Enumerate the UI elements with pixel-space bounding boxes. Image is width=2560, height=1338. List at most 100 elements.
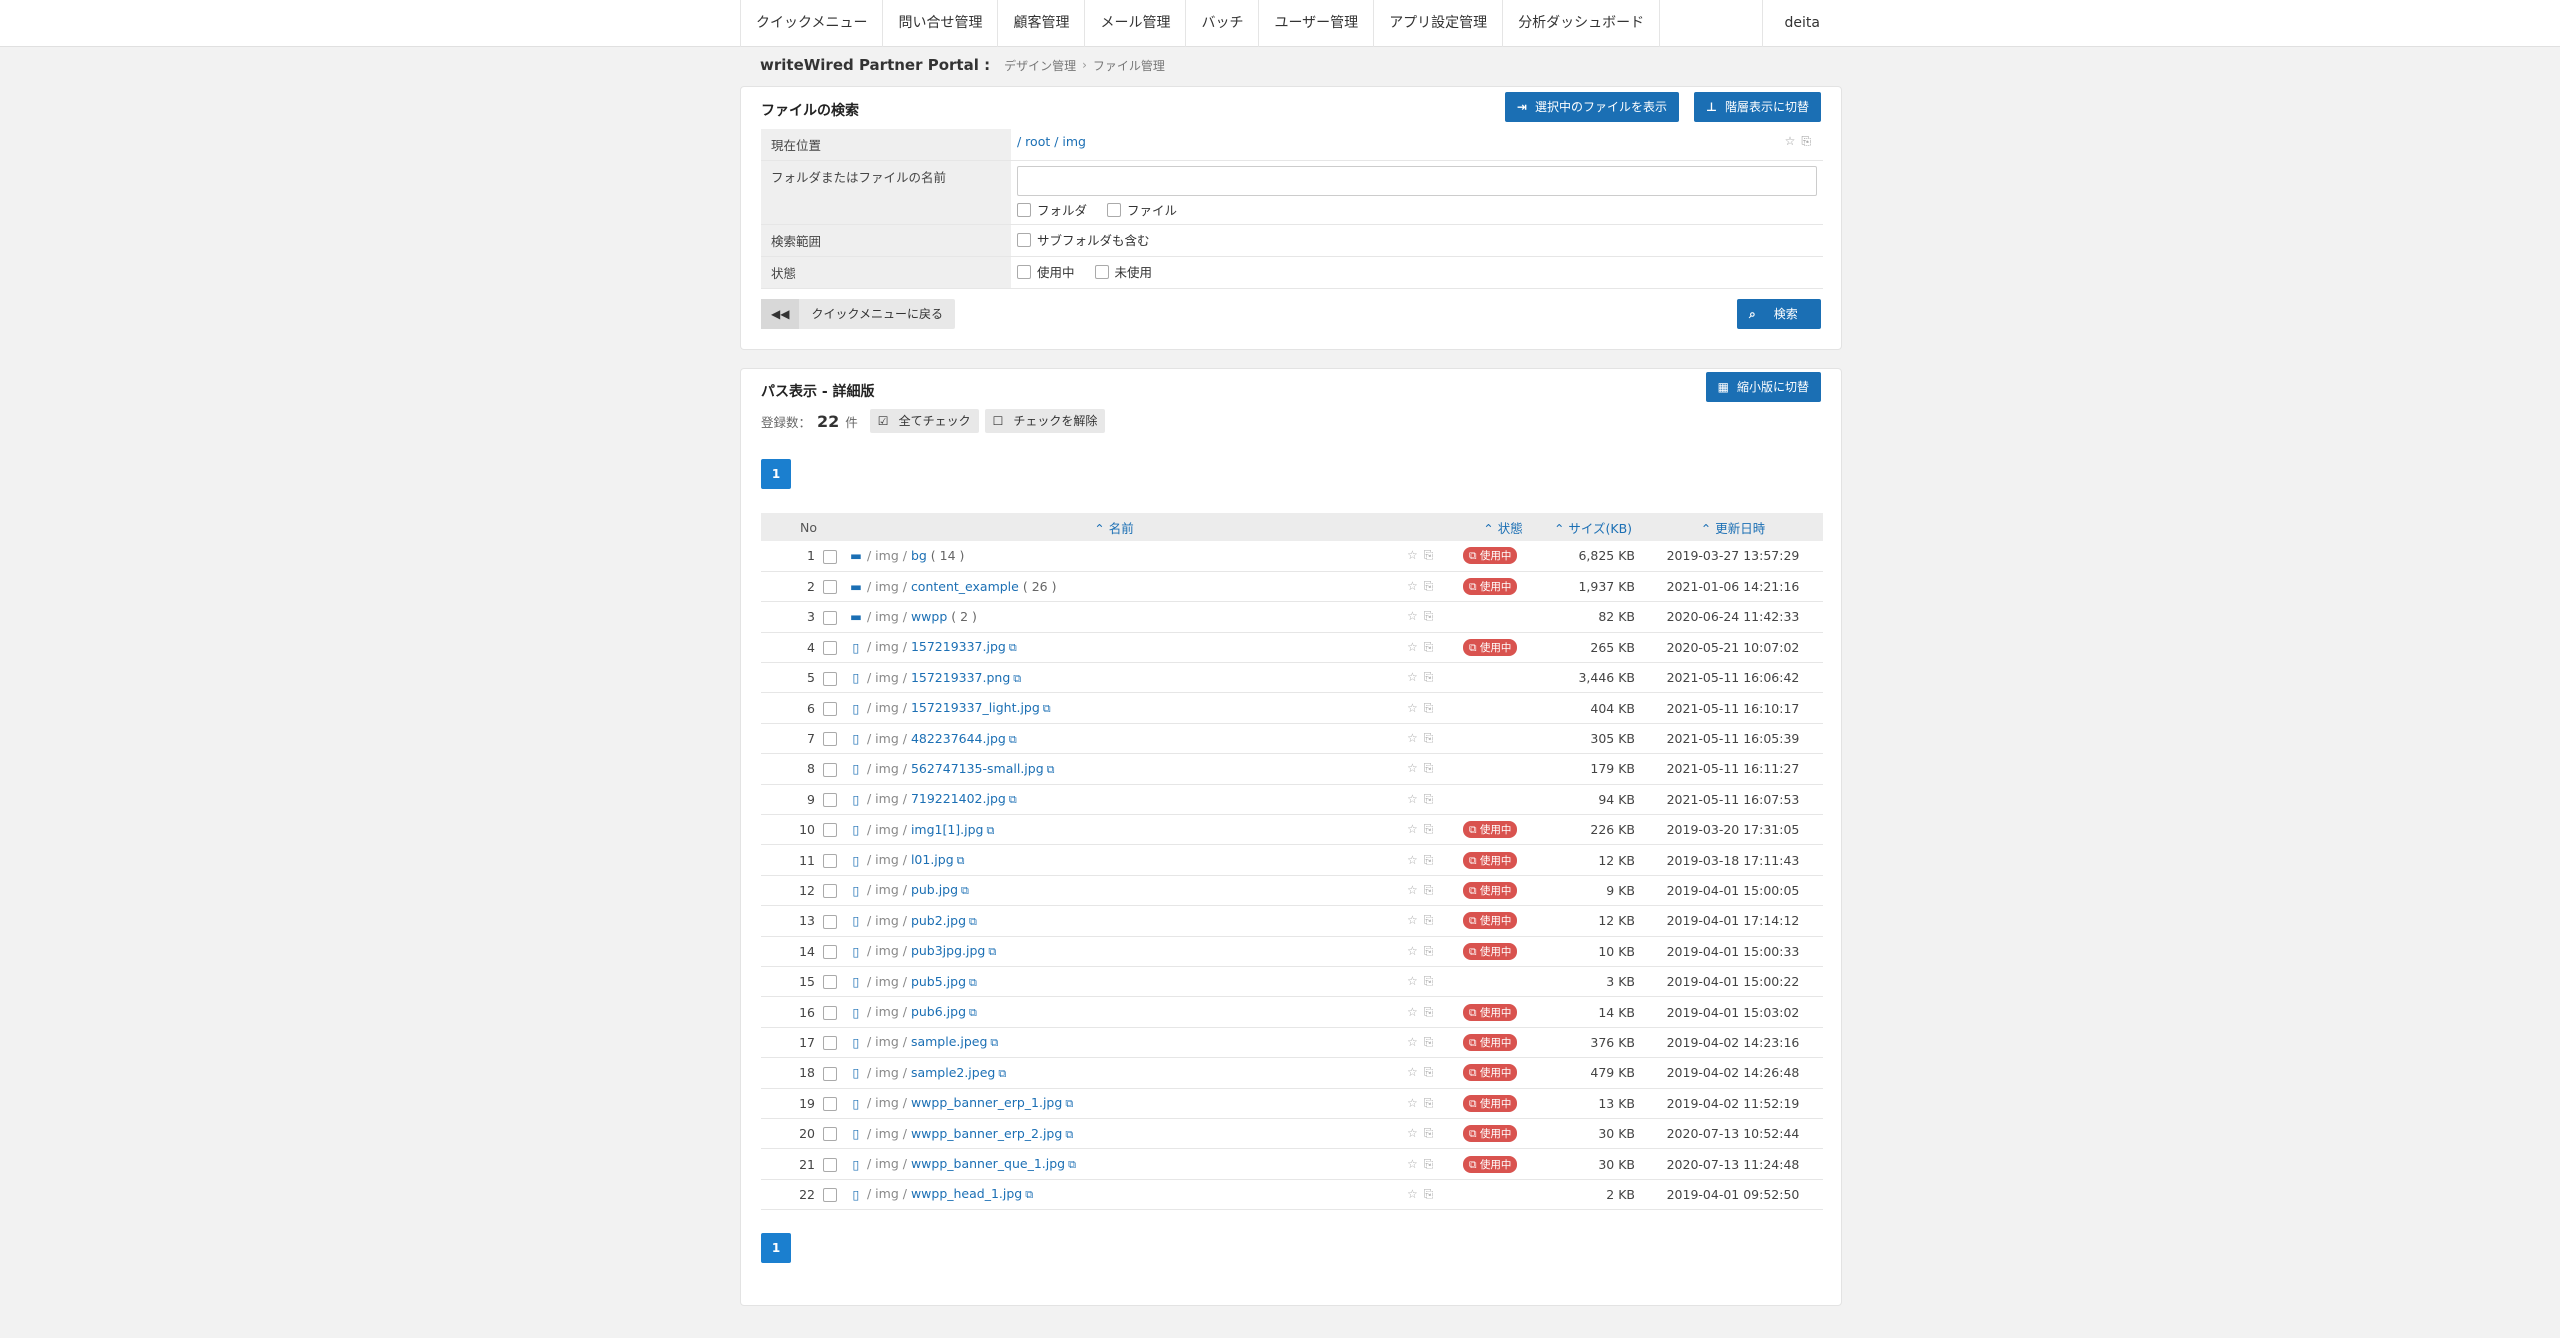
row-name-link[interactable]: 562747135-small.jpg	[911, 761, 1044, 776]
col-status[interactable]: ⌃ 状態	[1463, 513, 1543, 541]
external-link-icon[interactable]: ⧉	[1065, 1097, 1073, 1110]
star-icon[interactable]: ☆	[1407, 1005, 1424, 1019]
nav-item-7[interactable]: 分析ダッシュボード	[1503, 0, 1661, 47]
current-path-link[interactable]: / root / img	[1017, 134, 1086, 149]
nav-item-4[interactable]: バッチ	[1186, 0, 1260, 47]
row-name-link[interactable]: pub2.jpg	[911, 913, 966, 928]
external-link-icon[interactable]: ⧉	[1013, 672, 1021, 685]
status-badge[interactable]: ⧉ 使用中	[1463, 547, 1518, 565]
row-checkbox[interactable]	[823, 1127, 837, 1142]
row-checkbox[interactable]	[823, 610, 837, 625]
status-badge[interactable]: ⧉ 使用中	[1463, 1003, 1518, 1021]
col-date[interactable]: ⌃ 更新日時	[1643, 513, 1823, 541]
nav-item-5[interactable]: ユーザー管理	[1259, 0, 1375, 47]
pagination-page-top[interactable]: 1	[761, 459, 791, 489]
copy-icon[interactable]: ⎘	[1424, 1126, 1440, 1140]
star-icon[interactable]: ☆	[1407, 1035, 1424, 1049]
status-badge[interactable]: ⧉ 使用中	[1463, 1033, 1518, 1051]
folder-checkbox[interactable]	[1017, 202, 1031, 217]
row-name-link[interactable]: wwpp	[911, 609, 947, 624]
copy-icon[interactable]: ⎘	[1424, 701, 1440, 715]
status-badge[interactable]: ⧉ 使用中	[1463, 912, 1518, 930]
row-name-link[interactable]: wwpp_banner_erp_2.jpg	[911, 1126, 1062, 1141]
nav-item-3[interactable]: メール管理	[1085, 0, 1187, 47]
col-size[interactable]: ⌃ サイズ(KB)	[1543, 513, 1643, 541]
row-name-link[interactable]: content_example	[911, 579, 1019, 594]
row-checkbox[interactable]	[823, 580, 837, 595]
row-name-link[interactable]: img1[1].jpg	[911, 822, 984, 837]
copy-icon[interactable]: ⎘	[1424, 792, 1440, 806]
include-subfolders-checkbox[interactable]	[1017, 232, 1031, 247]
name-search-input[interactable]	[1017, 166, 1817, 196]
row-name-link[interactable]: 719221402.jpg	[911, 791, 1006, 806]
tree-view-button[interactable]: ⊥ 階層表示に切替	[1694, 92, 1821, 122]
row-checkbox[interactable]	[823, 549, 837, 564]
external-link-icon[interactable]: ⧉	[987, 824, 995, 837]
copy-icon[interactable]: ⎘	[1424, 1035, 1440, 1049]
status-badge[interactable]: ⧉ 使用中	[1463, 1155, 1518, 1173]
pagination-page-bottom[interactable]: 1	[761, 1233, 791, 1263]
star-icon[interactable]: ☆	[1407, 913, 1424, 927]
status-badge[interactable]: ⧉ 使用中	[1463, 638, 1518, 656]
external-link-icon[interactable]: ⧉	[1043, 702, 1051, 715]
row-checkbox[interactable]	[823, 732, 837, 747]
row-checkbox[interactable]	[823, 884, 837, 899]
external-link-icon[interactable]: ⧉	[1009, 733, 1017, 746]
status-badge[interactable]: ⧉ 使用中	[1463, 578, 1518, 596]
nav-item-2[interactable]: 顧客管理	[998, 0, 1086, 47]
row-name-link[interactable]: 157219337.jpg	[911, 639, 1006, 654]
row-name-link[interactable]: wwpp_banner_erp_1.jpg	[911, 1095, 1062, 1110]
row-name-link[interactable]: pub3jpg.jpg	[911, 943, 985, 958]
copy-icon[interactable]: ⎘	[1424, 579, 1440, 593]
star-icon[interactable]: ☆	[1407, 731, 1424, 745]
star-icon[interactable]: ☆	[1407, 640, 1424, 654]
row-checkbox[interactable]	[823, 671, 837, 686]
external-link-icon[interactable]: ⧉	[1065, 1128, 1073, 1141]
row-checkbox[interactable]	[823, 823, 837, 838]
status-badge[interactable]: ⧉ 使用中	[1463, 821, 1518, 839]
status-badge[interactable]: ⧉ 使用中	[1463, 1064, 1518, 1082]
copy-icon[interactable]: ⎘	[1424, 883, 1440, 897]
row-name-link[interactable]: sample.jpeg	[911, 1034, 987, 1049]
check-all-button[interactable]: ☑ 全てチェック	[869, 409, 979, 433]
star-icon[interactable]: ☆	[1407, 548, 1424, 562]
back-to-quick-menu-button[interactable]: ◀◀ クイックメニューに戻る	[761, 299, 955, 329]
row-checkbox[interactable]	[823, 1005, 837, 1020]
copy-icon[interactable]: ⎘	[1424, 609, 1440, 623]
star-icon[interactable]: ☆	[1407, 609, 1424, 623]
external-link-icon[interactable]: ⧉	[969, 915, 977, 928]
external-link-icon[interactable]: ⧉	[988, 945, 996, 958]
status-badge[interactable]: ⧉ 使用中	[1463, 1125, 1518, 1143]
row-name-link[interactable]: 157219337.png	[911, 670, 1010, 685]
star-icon[interactable]: ☆	[1407, 1157, 1424, 1171]
status-badge[interactable]: ⧉ 使用中	[1463, 942, 1518, 960]
star-icon[interactable]: ☆	[1407, 883, 1424, 897]
copy-icon[interactable]: ⎘	[1424, 822, 1440, 836]
compact-view-button[interactable]: ▦ 縮小版に切替	[1705, 372, 1821, 402]
copy-icon[interactable]: ⎘	[1424, 1065, 1440, 1079]
row-checkbox[interactable]	[823, 1157, 837, 1172]
star-icon[interactable]: ☆	[1407, 670, 1424, 684]
external-link-icon[interactable]: ⧉	[1025, 1188, 1033, 1201]
copy-icon[interactable]: ⎘	[1424, 853, 1440, 867]
external-link-icon[interactable]: ⧉	[957, 854, 965, 867]
copy-icon[interactable]: ⎘	[1424, 548, 1440, 562]
star-icon[interactable]: ☆	[1407, 701, 1424, 715]
copy-icon[interactable]: ⎘	[1424, 944, 1440, 958]
status-used-checkbox[interactable]	[1017, 264, 1031, 279]
breadcrumb-item-design[interactable]: デザイン管理	[1004, 57, 1076, 74]
file-checkbox[interactable]	[1107, 202, 1121, 217]
copy-icon[interactable]: ⎘	[1424, 1187, 1440, 1201]
star-icon[interactable]: ☆	[1407, 1187, 1424, 1201]
copy-icon[interactable]: ⎘	[1424, 913, 1440, 927]
row-checkbox[interactable]	[823, 975, 837, 990]
row-name-link[interactable]: wwpp_banner_que_1.jpg	[911, 1156, 1065, 1171]
status-badge[interactable]: ⧉ 使用中	[1463, 851, 1518, 869]
nav-item-1[interactable]: 問い合せ管理	[883, 0, 999, 47]
row-name-link[interactable]: 157219337_light.jpg	[911, 700, 1040, 715]
copy-icon[interactable]: ⎘	[1424, 731, 1440, 745]
copy-icon[interactable]: ⎘	[1424, 1005, 1440, 1019]
star-icon[interactable]: ☆	[1407, 822, 1424, 836]
external-link-icon[interactable]: ⧉	[998, 1067, 1006, 1080]
star-icon[interactable]: ☆	[1407, 1126, 1424, 1140]
